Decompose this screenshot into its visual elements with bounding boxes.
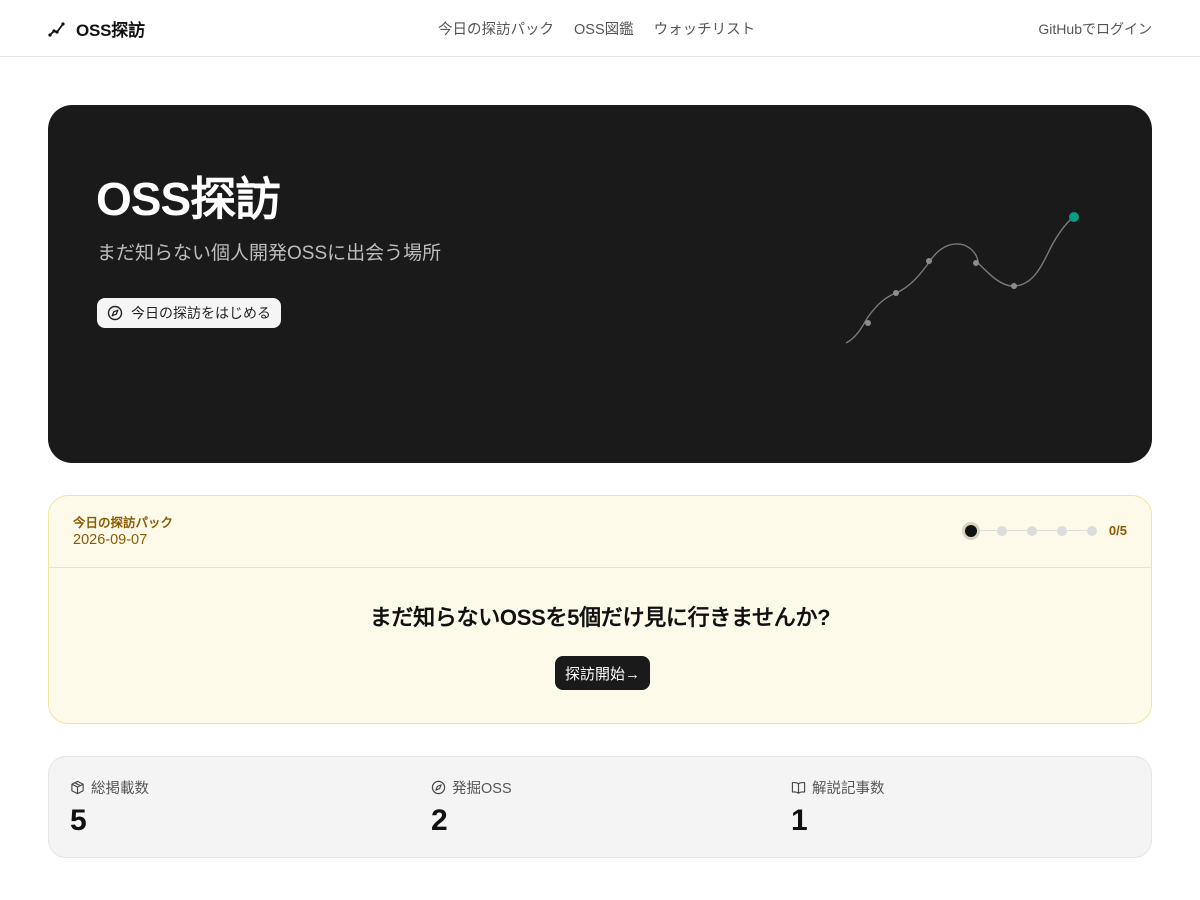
github-login-link[interactable]: GitHubでログイン [1038,19,1152,39]
nav-today-pack[interactable]: 今日の探訪パック [438,18,554,39]
hero-subtitle: まだ知らない個人開発OSSに出会う場所 [97,243,442,264]
progress-dot [1086,525,1097,536]
compass-icon [107,305,123,321]
stat-discovered-oss: 発掘OSS 2 [431,777,512,838]
pack-label: 今日の探訪パック [73,516,174,530]
stat-value: 1 [791,804,808,837]
pack-progress: 0/5 [964,523,1127,538]
progress-connector [1006,530,1027,531]
brand-name: OSS探訪 [76,21,145,40]
stat-article-count: 解説記事数 1 [791,777,885,838]
progress-connector [1036,530,1057,531]
progress-dot [1056,525,1067,536]
top-header: OSS探訪 今日の探訪パック OSS図鑑 ウォッチリスト GitHubでログイン [0,0,1200,57]
trend-point [1011,283,1017,289]
progress-dot [1026,525,1037,536]
start-exploring-button[interactable]: 今日の探訪をはじめる [97,298,281,328]
stat-label: 発掘OSS [452,781,512,797]
stat-total-listed: 総掲載数 5 [70,777,149,838]
progress-count: 0/5 [1108,523,1127,538]
progress-dot [996,525,1007,536]
trend-point-highlight [1069,212,1079,222]
trend-point [893,290,899,296]
start-pack-button[interactable]: 探訪開始→ [555,656,651,690]
pack-question: まだ知らないOSSを5個だけ見に行きませんか? [369,605,831,630]
trend-graph-decoration [845,212,1079,344]
progress-connector [976,530,997,531]
trend-line-icon [48,21,65,37]
compass-icon [431,780,446,795]
nav-watchlist[interactable]: ウォッチリスト [654,18,756,39]
pack-header: 今日の探訪パック 2026-09-07 0/5 [49,496,1151,568]
today-pack-card: 今日の探訪パック 2026-09-07 0/5 まだ知らないOSSを5個だけ見に… [48,495,1152,724]
stat-value: 2 [431,804,448,837]
main-nav: 今日の探訪パック OSS図鑑 ウォッチリスト [438,18,755,39]
start-exploring-label: 今日の探訪をはじめる [131,305,271,321]
book-icon [791,781,806,794]
trend-point [926,258,932,264]
trend-point [865,320,871,326]
hero-banner: OSS探訪 まだ知らない個人開発OSSに出会う場所 今日の探訪をはじめる [48,105,1152,463]
stats-panel: 総掲載数 5 発掘OSS 2 解説記事数 1 [48,756,1152,858]
brand-link[interactable]: OSS探訪 [48,16,145,41]
pack-date: 2026-09-07 [73,532,148,548]
progress-connector [1066,530,1087,531]
hero-title: OSS探訪 [96,173,281,225]
progress-dot-current [964,524,977,537]
stat-label: 総掲載数 [91,781,149,797]
stat-label: 解説記事数 [812,781,885,797]
trend-point [973,260,979,266]
stat-value: 5 [70,804,87,837]
box-icon [71,780,84,795]
trend-curve [845,216,1075,344]
nav-oss-catalog[interactable]: OSS図鑑 [574,18,634,39]
